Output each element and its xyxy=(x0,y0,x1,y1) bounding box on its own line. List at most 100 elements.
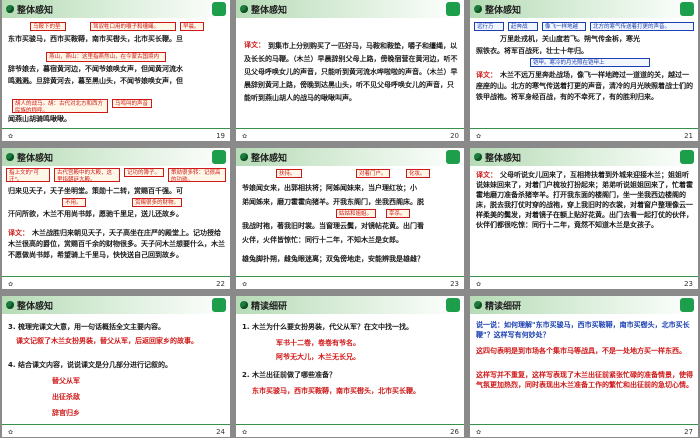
bullet-icon xyxy=(240,153,248,161)
part-2: 出征杀敌 xyxy=(52,393,80,401)
page-number: 19 xyxy=(216,132,225,140)
annotation-box: 指上文的"可汗"。 xyxy=(6,168,50,182)
book-icon xyxy=(212,298,226,312)
slide-header: 整体感知 xyxy=(2,148,230,166)
verse-line: 弟闻姊来，磨刀霍霍向猪羊。开我东阁门，坐我西阁床。脱 xyxy=(242,198,424,206)
annotation-box: 胡人的战马。胡：古代对北方和西方民族的称呼。 xyxy=(12,99,108,113)
annotation-box: 赏赐很多的财物。 xyxy=(132,198,182,207)
book-icon xyxy=(446,2,460,16)
logo-icon: ✿ xyxy=(242,429,248,436)
annotation-box: 化妆。 xyxy=(406,169,430,178)
verse-line: 我战时袍，著我旧时裳。当窗理云鬓，对镜帖花黄。出门看 xyxy=(242,222,424,230)
logo-icon: ✿ xyxy=(476,133,482,140)
book-icon xyxy=(446,298,460,312)
translation-body: 木兰不远万里奔赴战场，像飞一样地跨过一道道的关，越过一座座的山。北方的寒气传送着… xyxy=(476,71,693,101)
page-number: 24 xyxy=(216,428,225,436)
slide-footer: ✿ 27 xyxy=(470,424,698,437)
annotation-box: 驾驭牲口用的嚼子和缰绳。 xyxy=(90,22,176,31)
page-number: 23 xyxy=(684,280,693,288)
verse-line: 东市买骏马，西市买鞍鞯，南市买辔头，北市买长鞭。旦 xyxy=(8,35,183,43)
annotation-box: 宰杀。 xyxy=(386,209,410,218)
bullet-icon xyxy=(240,5,248,13)
slide-thumbnail-27[interactable]: 精读细研 说一说：如何理解"东市买骏马，西市买鞍鞯，南市买辔头，北市买长鞭"？这… xyxy=(470,296,698,437)
slide-header: 整体感知 xyxy=(470,148,698,166)
translation-body: 木兰战胜归来朝见天子，天子高坐在庄严的殿堂上。记功授给木兰很高的爵位，赏赐百千余… xyxy=(8,229,225,259)
annotation-box: 扶持。 xyxy=(276,169,302,178)
verse-line: 辞爷娘去，暮宿黄河边，不闻爷娘唤女声，但闻黄河流水 xyxy=(8,65,183,73)
page-number: 20 xyxy=(450,132,459,140)
question-3: 3. 梳理完课文大意，用一句话概括全文主要内容。 xyxy=(8,323,165,331)
annotation-box: 马鞍下的垫子。 xyxy=(30,22,66,31)
slide-title: 整体感知 xyxy=(17,6,54,16)
slide-footer: ✿ 23 xyxy=(236,276,464,289)
annotation-box: 记功的簿子。 xyxy=(124,168,164,177)
logo-icon: ✿ xyxy=(8,429,14,436)
page-number: 23 xyxy=(450,280,459,288)
slide-thumbnail-21[interactable]: 整体感知 远行万里。 赶奔战场。 像飞一样地越过。 北方的寒气传送着打更的声音。… xyxy=(470,0,698,141)
logo-icon: ✿ xyxy=(476,429,482,436)
annotation-box: 像飞一样地越过。 xyxy=(542,22,586,31)
annotation-box: 赶奔战场。 xyxy=(508,22,538,31)
page-number: 27 xyxy=(684,428,693,436)
bullet-icon xyxy=(474,301,482,309)
slide-thumbnail-19[interactable]: 整体感知 马鞍下的垫子。 驾驭牲口用的嚼子和缰绳。 早晨。 东市买骏马，西市买鞍… xyxy=(2,0,230,141)
slide-title: 精读细研 xyxy=(251,302,288,312)
answer-3: 课文记叙了木兰女扮男装，替父从军，后返回家乡的故事。 xyxy=(16,337,198,345)
verse-line: 爷娘闻女来，出郭相扶将；阿姊闻妹来，当户理红妆；小 xyxy=(242,184,417,192)
bullet-icon xyxy=(240,301,248,309)
annotation-box: 燕山，燕山：这里指燕然山，在今蒙古国境内 xyxy=(46,52,166,62)
annotation-box: 马鸣叫的声音 xyxy=(112,99,152,108)
answer-line: 这样写并不重复，这样写表现了木兰出征前紧张忙碌的准备情景，使得气氛更加热烈，同时… xyxy=(476,371,693,389)
book-icon xyxy=(680,2,694,16)
slide-thumbnail-22[interactable]: 整体感知 指上文的"可汗"。 古代宫殿中的大殿，这里指朝廷大殿。 记功的簿子。 … xyxy=(2,148,230,289)
slide-footer: ✿ 22 xyxy=(2,276,230,289)
slide-thumbnail-26[interactable]: 精读细研 1. 木兰为什么要女扮男装，代父从军？在文中找一找。 军书十二卷，卷卷… xyxy=(236,296,464,437)
page-number: 22 xyxy=(216,280,225,288)
logo-icon: ✿ xyxy=(242,133,248,140)
question-4: 4. 结合课文内容，说说课文是分几部分进行记叙的。 xyxy=(8,361,172,369)
slide-header: 整体感知 xyxy=(2,0,230,18)
slide-thumbnail-23-translation[interactable]: 整体感知 译文： 父母听说女儿回来了，互相搀扶着到外城来迎接木兰；姐姐听说妹妹回… xyxy=(470,148,698,289)
slide-footer: ✿ 23 xyxy=(470,276,698,289)
slide-thumbnail-20[interactable]: 整体感知 译文： 到集市上分别购买了一匹好马，马鞍和鞍垫，嚼子和缰绳，以及长长的… xyxy=(236,0,464,141)
discussion-question: 说一说：如何理解"东市买骏马，西市买鞍鞯，南市买辔头，北市买长鞭"？这样写有何妙… xyxy=(476,321,690,339)
translation-body: 到集市上分别购买了一匹好马，马鞍和鞍垫，嚼子和缰绳，以及长长的马鞭。（木兰）早晨… xyxy=(244,42,458,102)
page-number: 21 xyxy=(684,132,693,140)
slide-title: 整体感知 xyxy=(485,154,522,164)
verse-line: 火伴，火伴皆惊忙：同行十二年，不知木兰是女郎。 xyxy=(242,236,403,244)
question-2: 2. 木兰出征前做了哪些准备？ xyxy=(242,371,336,379)
annotation-box: 早晨。 xyxy=(180,22,204,31)
translation-body: 父母听说女儿回来了，互相搀扶着到外城来迎接木兰；姐姐听说妹妹回来了，对着门户梳妆… xyxy=(476,171,693,229)
verse-line: 归来见天子，天子坐明堂。策勋十二转，赏赐百千强。可 xyxy=(8,187,183,195)
slide-footer: ✿ 21 xyxy=(470,128,698,141)
logo-icon: ✿ xyxy=(242,281,248,288)
slide-footer: ✿ 19 xyxy=(2,128,230,141)
logo-icon: ✿ xyxy=(476,281,482,288)
annotation-box: 不用。 xyxy=(62,198,86,207)
book-icon xyxy=(680,150,694,164)
bullet-icon xyxy=(6,153,14,161)
slide-footer: ✿ 24 xyxy=(2,424,230,437)
slide-header: 整体感知 xyxy=(470,0,698,18)
book-icon xyxy=(212,150,226,164)
verse-line: 万里赴戎机，关山度若飞。朔气传金柝，寒光 xyxy=(500,35,640,43)
page-number: 26 xyxy=(450,428,459,436)
book-icon xyxy=(212,2,226,16)
logo-icon: ✿ xyxy=(8,281,14,288)
slide-thumbnail-23[interactable]: 整体感知 扶持。 对着门户。 化妆。 爷娘闻女来，出郭相扶将；阿姊闻妹来，当户理… xyxy=(236,148,464,289)
book-icon xyxy=(446,150,460,164)
slide-header: 精读细研 xyxy=(236,296,464,314)
slide-header: 整体感知 xyxy=(236,0,464,18)
part-3: 辞官归乡 xyxy=(52,409,80,417)
annotation-box: 远行万里。 xyxy=(474,22,504,31)
answer-line: 这四句表明是到市场各个集市马等战具，不是一处地方买一样东西。 xyxy=(476,347,686,355)
verse-line: 汗问所欲，木兰不用尚书郎，愿驰千里足，送儿还故乡。 xyxy=(8,210,183,218)
verse-line: 闻燕山胡骑鸣啾啾。 xyxy=(8,115,71,123)
answer-1-line: 阿爷无大儿，木兰无长兄。 xyxy=(276,353,360,361)
bullet-icon xyxy=(474,153,482,161)
slide-thumbnail-25[interactable]: 整体感知 3. 梳理完课文大意，用一句话概括全文主要内容。 课文记叙了木兰女扮男… xyxy=(2,296,230,437)
slide-title: 整体感知 xyxy=(17,302,54,312)
slide-header: 整体感知 xyxy=(236,148,464,166)
slide-title: 整体感知 xyxy=(251,154,288,164)
annotation-box: 策勋很多转：记很高的功勋。 xyxy=(168,168,226,182)
